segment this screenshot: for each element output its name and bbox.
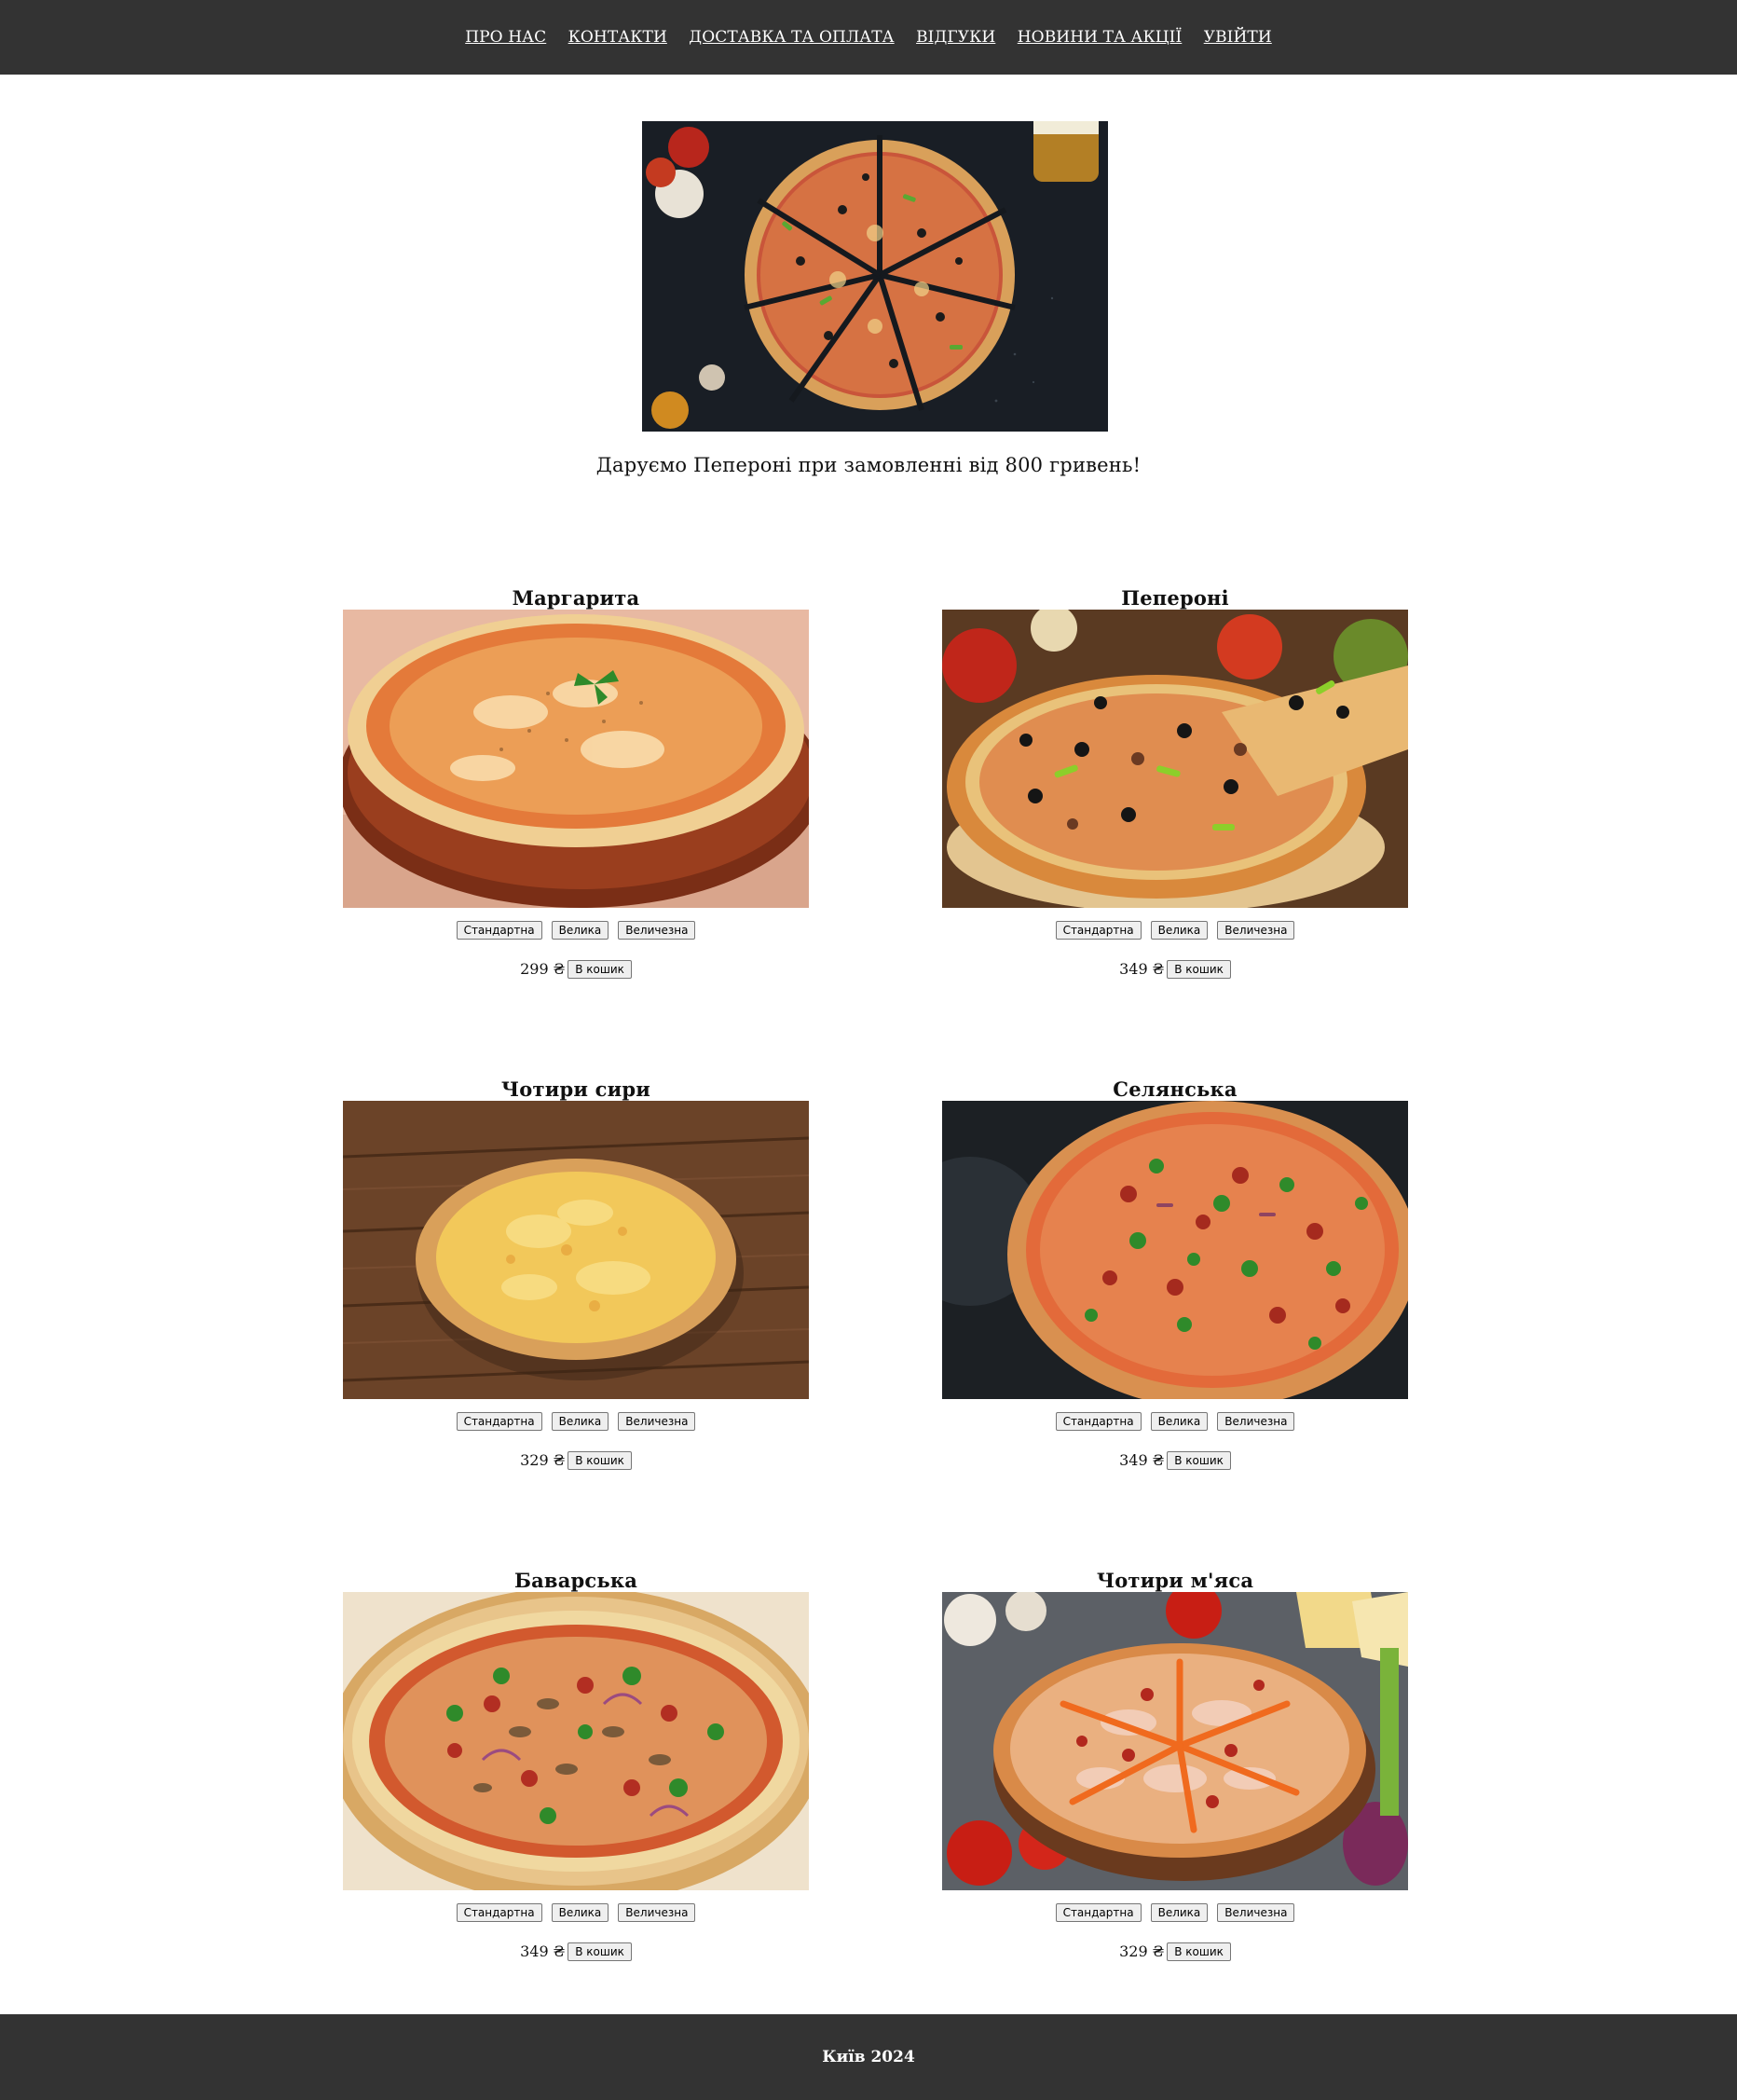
promo-banner-text: Даруємо Пепероні при замовленні від 800 … (595, 454, 1142, 476)
add-to-cart-button[interactable]: В кошик (1167, 1451, 1231, 1470)
top-navigation-bar: ПРО НАС КОНТАКТИ ДОСТАВКА ТА ОПЛАТА ВІДГ… (0, 0, 1737, 75)
product-title: Чотири сири (500, 1077, 651, 1101)
hero-pizza-image-icon (642, 121, 1108, 432)
product-title: Чотири м'яса (1096, 1569, 1254, 1592)
size-huge-button[interactable]: Величезна (1217, 1412, 1295, 1431)
product-image (343, 1101, 809, 1399)
product-image (942, 610, 1408, 908)
add-to-cart-button[interactable]: В кошик (1167, 1942, 1231, 1961)
size-large-button[interactable]: Велика (551, 921, 609, 940)
purchase-row: 349 ₴ В кошик (343, 1942, 809, 1961)
size-standard-button[interactable]: Стандартна (1055, 1412, 1142, 1431)
add-to-cart-button[interactable]: В кошик (568, 1451, 632, 1470)
product-price: 299 ₴ (520, 960, 566, 978)
size-huge-button[interactable]: Величезна (618, 1903, 696, 1922)
footer-text: Київ 2024 (822, 2048, 915, 2066)
size-large-button[interactable]: Велика (1150, 1412, 1209, 1431)
size-options: Стандартна Велика Величезна (343, 1412, 809, 1431)
pizza-margarita-photo-icon (343, 610, 809, 908)
size-standard-button[interactable]: Стандартна (456, 1412, 542, 1431)
purchase-row: 329 ₴ В кошик (343, 1451, 809, 1470)
pizza-four-meat-photo-icon (942, 1592, 1408, 1890)
size-options: Стандартна Велика Величезна (343, 921, 809, 940)
product-image (343, 610, 809, 908)
product-image (942, 1592, 1408, 1890)
product-card-rustic: Селянська Стандартна Велика Величезна 34… (942, 1077, 1408, 1487)
size-options: Стандартна Велика Величезна (343, 1903, 809, 1922)
purchase-row: 349 ₴ В кошик (942, 1451, 1408, 1470)
nav-link-reviews[interactable]: ВІДГУКИ (916, 28, 995, 47)
nav-link-delivery[interactable]: ДОСТАВКА ТА ОПЛАТА (689, 28, 894, 47)
product-card-four-meat: Чотири м'яса Стандартна Велика Величезна… (942, 1568, 1408, 1978)
size-options: Стандартна Велика Величезна (942, 921, 1408, 940)
nav-link-news[interactable]: НОВИНИ ТА АКЦІЇ (1018, 28, 1183, 47)
size-large-button[interactable]: Велика (1150, 1903, 1209, 1922)
product-card-pepperoni: Пепероні Стандартна Велика Величезна 349… (942, 585, 1408, 995)
size-options: Стандартна Велика Величезна (942, 1412, 1408, 1431)
purchase-row: 349 ₴ В кошик (942, 960, 1408, 979)
product-price: 349 ₴ (1119, 1451, 1165, 1469)
pizza-four-cheese-photo-icon (343, 1101, 809, 1399)
size-large-button[interactable]: Велика (551, 1412, 609, 1431)
product-card-bavarian: Баварська Стандартна Велика Величезна 34… (343, 1568, 809, 1978)
nav-link-login[interactable]: УВІЙТИ (1204, 28, 1272, 47)
size-standard-button[interactable]: Стандартна (1055, 1903, 1142, 1922)
product-price: 349 ₴ (1119, 960, 1165, 978)
size-huge-button[interactable]: Величезна (1217, 921, 1295, 940)
size-standard-button[interactable]: Стандартна (1055, 921, 1142, 940)
main-nav: ПРО НАС КОНТАКТИ ДОСТАВКА ТА ОПЛАТА ВІДГ… (0, 26, 1737, 48)
size-huge-button[interactable]: Величезна (618, 921, 696, 940)
size-huge-button[interactable]: Величезна (1217, 1903, 1295, 1922)
page-footer: Київ 2024 (0, 2014, 1737, 2100)
nav-link-contacts[interactable]: КОНТАКТИ (568, 28, 667, 47)
product-title: Селянська (1113, 1077, 1238, 1101)
product-title: Баварська (513, 1569, 638, 1592)
size-standard-button[interactable]: Стандартна (456, 1903, 542, 1922)
pizza-pepperoni-photo-icon (942, 610, 1408, 908)
nav-link-about[interactable]: ПРО НАС (465, 28, 546, 47)
product-price: 329 ₴ (520, 1451, 566, 1469)
product-card-margarita: Маргарита Стандартна Велика Величезна 29… (343, 585, 809, 995)
pizza-rustic-photo-icon (942, 1101, 1408, 1399)
product-image (942, 1101, 1408, 1399)
product-card-four-cheese: Чотири сири Стандартна Велика Величезна … (343, 1077, 809, 1487)
purchase-row: 299 ₴ В кошик (343, 960, 809, 979)
add-to-cart-button[interactable]: В кошик (568, 1942, 632, 1961)
purchase-row: 329 ₴ В кошик (942, 1942, 1408, 1961)
size-standard-button[interactable]: Стандартна (456, 921, 542, 940)
product-title: Пепероні (1121, 586, 1229, 610)
add-to-cart-button[interactable]: В кошик (1167, 960, 1231, 979)
size-huge-button[interactable]: Величезна (618, 1412, 696, 1431)
product-price: 349 ₴ (520, 1942, 566, 1960)
product-title: Маргарита (512, 586, 640, 610)
size-options: Стандартна Велика Величезна (942, 1903, 1408, 1922)
add-to-cart-button[interactable]: В кошик (568, 960, 632, 979)
hero-pizza-photo (642, 121, 1108, 432)
product-image (343, 1592, 809, 1890)
size-large-button[interactable]: Велика (551, 1903, 609, 1922)
size-large-button[interactable]: Велика (1150, 921, 1209, 940)
pizza-bavarian-photo-icon (343, 1592, 809, 1890)
product-price: 329 ₴ (1119, 1942, 1165, 1960)
